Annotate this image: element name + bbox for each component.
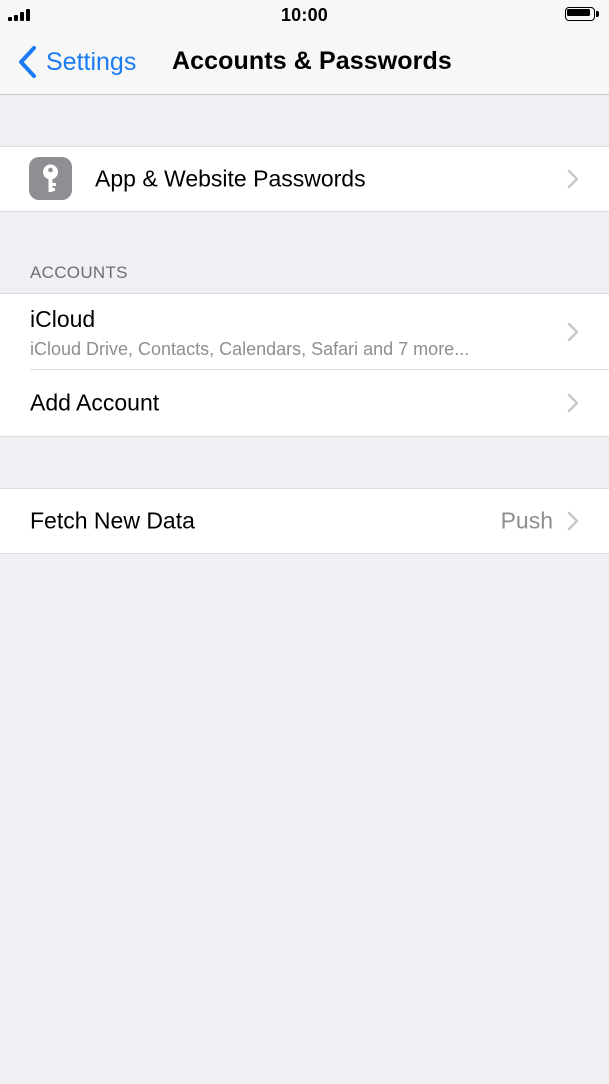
accounts-group: iCloud iCloud Drive, Contacts, Calendars… [0, 293, 609, 437]
chevron-right-icon [567, 322, 579, 342]
battery-icon [565, 7, 601, 23]
app-website-passwords-label: App & Website Passwords [95, 165, 366, 192]
back-label: Settings [46, 47, 137, 76]
add-account-label: Add Account [30, 389, 160, 416]
icloud-row[interactable]: iCloud iCloud Drive, Contacts, Calendars… [0, 294, 609, 370]
accounts-section-header: ACCOUNTS [30, 263, 128, 282]
fetch-new-data-row[interactable]: Fetch New Data Push [0, 489, 609, 553]
fetch-group: Fetch New Data Push [0, 488, 609, 554]
chevron-right-icon [567, 169, 579, 189]
status-bar: 10:00 [0, 0, 609, 30]
icloud-subtitle: iCloud Drive, Contacts, Calendars, Safar… [30, 339, 470, 359]
navigation-bar: Settings Accounts & Passwords [0, 30, 609, 95]
status-time: 10:00 [280, 5, 329, 25]
chevron-right-icon [567, 393, 579, 413]
icloud-title: iCloud [30, 306, 96, 332]
fetch-new-data-label: Fetch New Data [30, 507, 195, 534]
key-icon [29, 157, 72, 200]
passwords-group: App & Website Passwords [0, 146, 609, 212]
app-website-passwords-row[interactable]: App & Website Passwords [0, 147, 609, 211]
chevron-right-icon [567, 511, 579, 531]
add-account-row[interactable]: Add Account [0, 370, 609, 436]
page-title: Accounts & Passwords [172, 47, 452, 75]
chevron-left-icon [19, 46, 36, 78]
fetch-new-data-value: Push [500, 507, 553, 534]
back-button[interactable]: Settings [16, 44, 136, 80]
